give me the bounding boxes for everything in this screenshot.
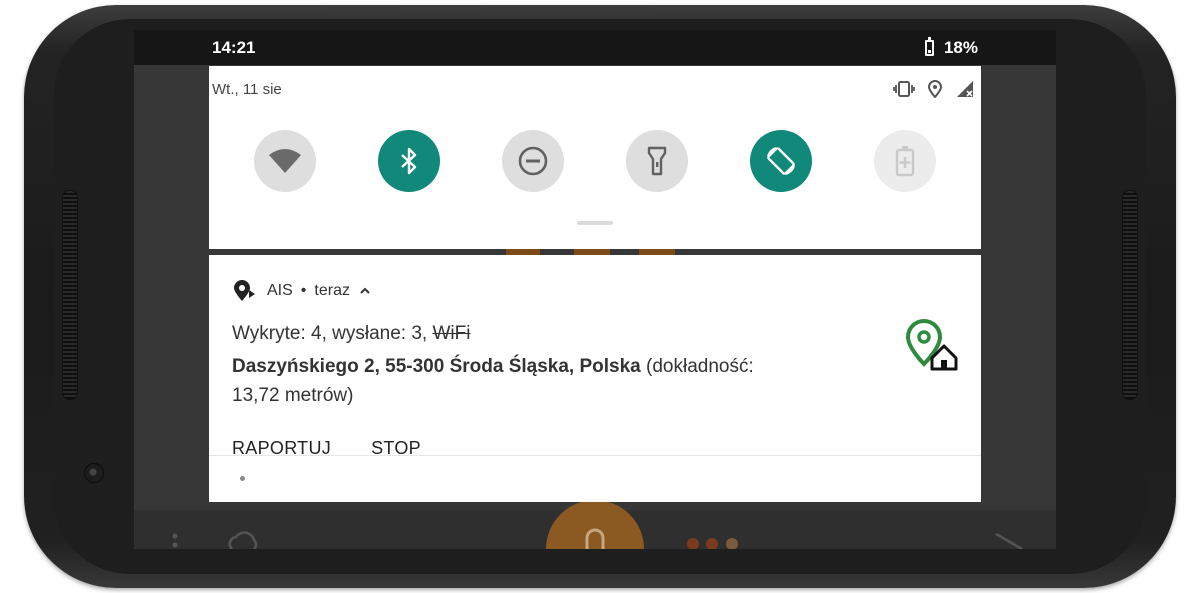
screen: 14:21 18% Wt., 11 sie AIS • teraz Wykryt… [134,30,1056,549]
app-name: AIS [267,282,293,299]
qs-status-icons [893,80,975,98]
page-indicator-dot [240,476,245,481]
bluetooth-tile[interactable] [378,130,440,192]
mic-button [546,500,644,549]
flashlight-tile[interactable] [626,130,688,192]
detection-counts: Wykryte: 4, wysłane: 3, [232,323,433,344]
clock: 14:21 [212,38,256,57]
location-text: Daszyńskiego 2, 55-300 Środa Śląska, Pol… [232,352,792,410]
battery-saver-tile[interactable] [874,130,936,192]
background-dot [687,538,699,549]
battery-icon [925,37,934,56]
no-alarm-icon [995,532,1023,549]
wifi-tile[interactable] [254,130,316,192]
wifi-icon [269,149,301,173]
ais-notification[interactable]: AIS • teraz Wykryte: 4, wysłane: 3, WiFi… [209,255,981,502]
power-button [482,7,654,12]
address: Daszyńskiego 2, 55-300 Środa Śląska, Pol… [232,356,641,377]
notification-time: teraz [314,282,350,299]
battery-percentage: 18% [943,38,978,57]
expand-handle[interactable] [577,221,613,225]
detection-summary: Wykryte: 4, wysłane: 3, WiFi [232,323,470,345]
do-not-disturb-tile[interactable] [502,130,564,192]
ais-app-icon [234,280,255,301]
volume-button [324,7,402,12]
notification-header: AIS • teraz [233,280,372,302]
date-label: Wt., 11 sie [212,81,282,98]
header-separator: • [300,282,307,299]
signal-no-service-icon [957,81,973,97]
speaker-grille-right [1122,190,1138,400]
battery-saver-icon [895,146,915,177]
status-bar: 14:21 18% [134,30,1056,65]
speaker-grille-left [62,190,78,400]
cloud-icon [228,531,258,549]
location-home-icon [905,319,958,371]
front-camera [84,463,104,483]
vibrate-icon [893,81,915,97]
background-dot [706,538,718,549]
wifi-status-struck: WiFi [432,323,471,344]
do-not-disturb-icon [518,146,548,176]
mic-icon [585,528,605,549]
quick-settings-panel: Wt., 11 sie [209,66,981,249]
chevron-up-icon[interactable] [358,285,372,297]
flashlight-icon [647,146,667,176]
divider [209,455,981,456]
location-icon [927,80,943,98]
bluetooth-icon [401,147,417,175]
auto-rotate-tile[interactable] [750,130,812,192]
auto-rotate-icon [767,147,795,175]
more-vert-icon [172,533,178,548]
background-dot [726,538,738,549]
